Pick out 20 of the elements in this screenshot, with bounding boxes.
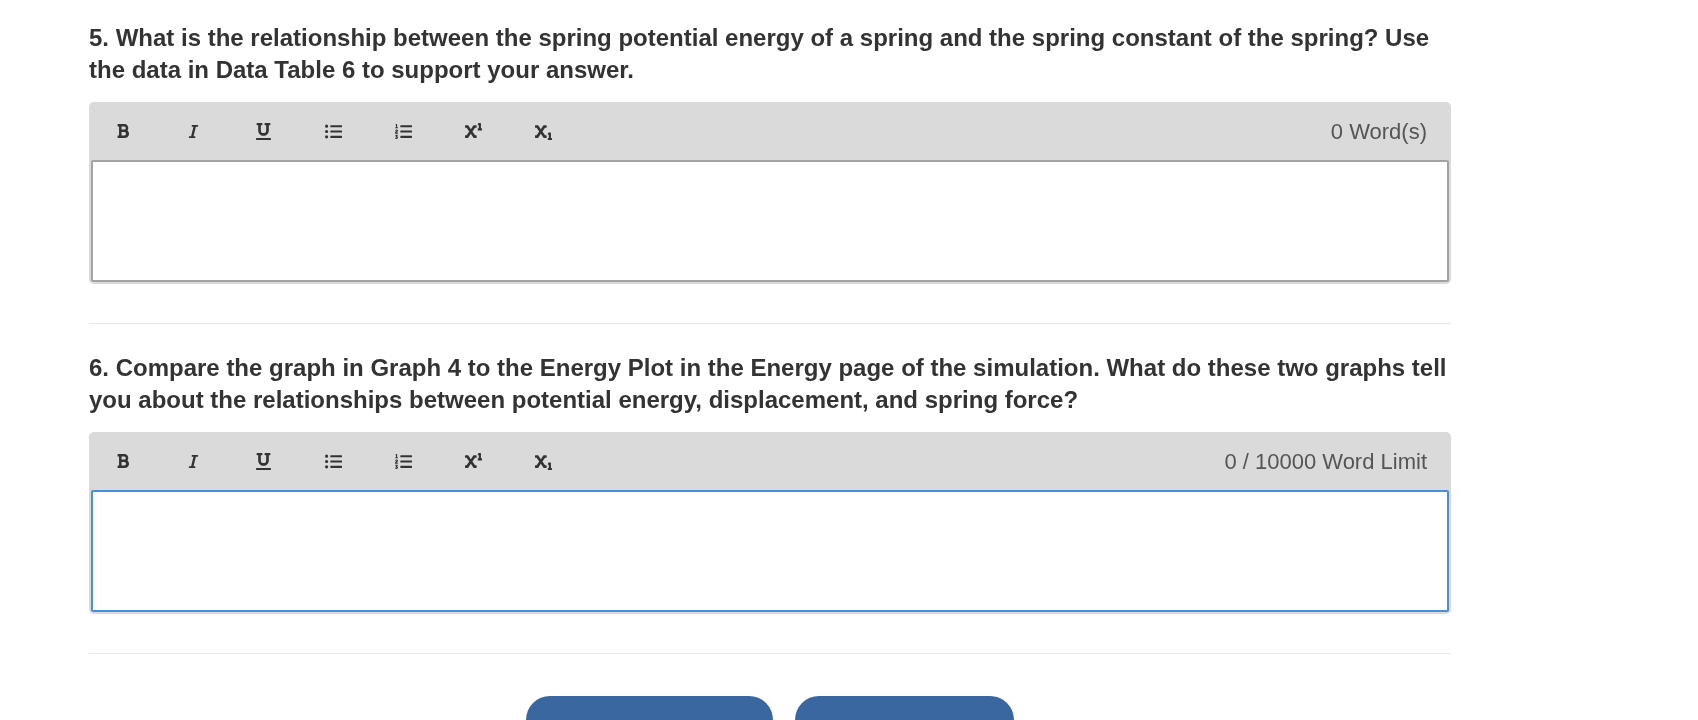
superscript-icon xyxy=(464,122,482,140)
bold-icon xyxy=(115,453,131,469)
subscript-icon xyxy=(534,452,552,470)
superscript-icon xyxy=(464,452,482,470)
question-text: 5. What is the relationship between the spring potential energy of a spring and the spring constant of the spring? Use the data in Data Table 6 to support your answer. xyxy=(89,23,1431,85)
numbered-list-icon xyxy=(394,452,412,470)
answer-field[interactable] xyxy=(91,490,1449,612)
underline-icon xyxy=(254,452,272,470)
question-text: 6. Compare the graph in Graph 4 to the Energy Plot in the Energy page of the simulation. What do these two graphs tell you about the relationships between potential energy, displacement, and spring force? xyxy=(89,353,1448,415)
underline-icon xyxy=(254,122,272,140)
numbered-list-icon xyxy=(394,122,412,140)
word-count: 0 Word(s) xyxy=(1330,117,1427,146)
bullet-list-icon xyxy=(324,122,342,140)
nav-button[interactable] xyxy=(795,696,1014,720)
nav-button[interactable] xyxy=(526,696,773,720)
answer-field[interactable] xyxy=(91,160,1449,282)
bullet-list-icon xyxy=(324,452,342,470)
bold-icon xyxy=(115,123,131,139)
subscript-icon xyxy=(534,122,552,140)
word-count: 0 / 10000 Word Limit xyxy=(1224,447,1427,476)
